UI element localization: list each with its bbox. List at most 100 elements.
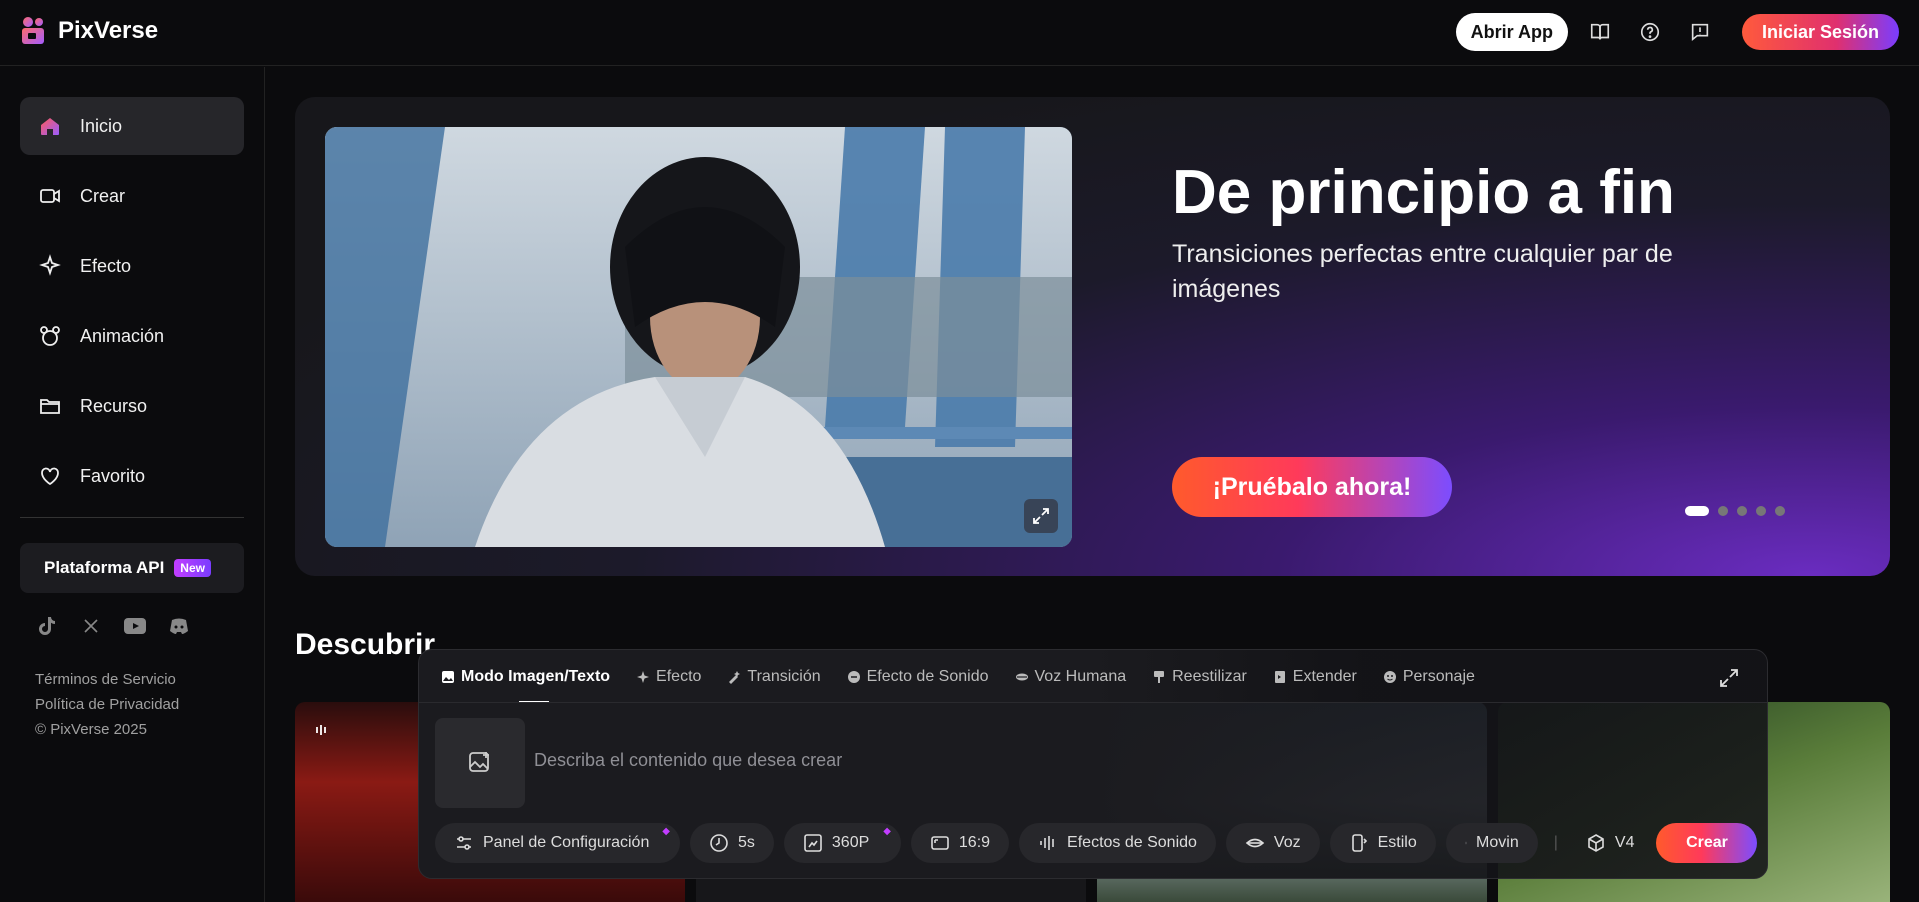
aspect-ratio-icon: [931, 836, 949, 850]
sidebar-item-crear[interactable]: Crear: [20, 167, 244, 225]
sidebar-item-recurso[interactable]: Recurso: [20, 377, 244, 435]
help-icon[interactable]: [1632, 14, 1668, 50]
style-label: Estilo: [1377, 834, 1417, 851]
duration-value: 5s: [738, 834, 755, 851]
lips-icon: [1245, 838, 1265, 848]
tab-efecto[interactable]: Efecto: [636, 668, 701, 686]
tab-label: Extender: [1292, 668, 1357, 685]
carousel-dot[interactable]: [1685, 506, 1709, 516]
tab-personaje[interactable]: Personaje: [1383, 668, 1475, 686]
copyright-text: © PixVerse 2025: [35, 721, 147, 738]
x-twitter-icon[interactable]: [80, 615, 102, 637]
tab-voz-humana[interactable]: Voz Humana: [1015, 668, 1126, 686]
sidebar-item-label: Efecto: [80, 255, 132, 276]
video-camera-icon: [40, 189, 60, 203]
cube-icon: [1588, 834, 1604, 852]
terms-link[interactable]: Términos de Servicio: [35, 667, 179, 692]
hero-title: De principio a fin: [1172, 158, 1675, 227]
prompt-input[interactable]: Describa el contenido que desea crear: [534, 750, 842, 771]
sign-in-button[interactable]: Iniciar Sesión: [1741, 14, 1899, 50]
controls-separator: |: [1553, 834, 1558, 851]
resolution-icon: [804, 834, 822, 852]
sidebar-item-animacion[interactable]: Animación: [20, 307, 244, 365]
tab-label: Efecto de Sonido: [866, 668, 989, 685]
sound-icon[interactable]: [313, 720, 333, 740]
book-icon[interactable]: [1582, 14, 1618, 50]
version-value: V4: [1614, 834, 1635, 851]
social-links: [36, 615, 190, 637]
api-platform-label: Plataforma API: [44, 558, 165, 577]
quality-selector[interactable]: 360P ◆: [783, 823, 901, 863]
carousel-dot[interactable]: [1775, 506, 1785, 516]
api-platform-link[interactable]: Plataforma API New: [20, 543, 244, 593]
feedback-icon[interactable]: [1682, 14, 1718, 50]
sparkle-icon: [39, 254, 61, 276]
premium-gem-icon: ◆: [662, 826, 670, 837]
lips-icon: [1015, 673, 1028, 681]
tab-extender[interactable]: Extender: [1273, 668, 1357, 686]
sidebar-item-label: Inicio: [80, 115, 123, 136]
camera-movement-button[interactable]: Movin: [1445, 823, 1538, 863]
carousel-dot[interactable]: [1718, 506, 1728, 516]
open-app-button[interactable]: Abrir App: [1455, 13, 1568, 51]
focus-icon: [1464, 841, 1467, 845]
settings-panel-button[interactable]: Panel de Configuración ◆: [435, 823, 680, 863]
voice-button[interactable]: Voz: [1225, 823, 1320, 863]
expand-icon[interactable]: [1717, 666, 1741, 690]
tiktok-icon[interactable]: [36, 615, 58, 637]
carousel-dot[interactable]: [1756, 506, 1766, 516]
tab-modo-imagen-texto[interactable]: Modo Imagen/Texto: [441, 668, 610, 703]
tab-transicion[interactable]: Transición: [727, 668, 821, 686]
sliders-icon: [457, 836, 471, 850]
hero-video-preview[interactable]: [325, 127, 1072, 547]
folder-icon: [40, 399, 60, 414]
sidebar: Inicio Crear Efecto Animación Recurso Fa…: [0, 67, 265, 902]
settings-label: Panel de Configuración: [483, 834, 650, 851]
logo-text: PixVerse: [58, 17, 159, 44]
sparkle-icon: [637, 671, 650, 683]
sidebar-item-favorito[interactable]: Favorito: [20, 447, 244, 505]
image-upload-button[interactable]: [435, 718, 525, 808]
create-composer: Modo Imagen/Texto Efecto Transición Efec…: [418, 649, 1768, 879]
sidebar-item-inicio[interactable]: Inicio: [20, 97, 244, 155]
style-icon: [1351, 834, 1367, 852]
sidebar-divider: [20, 517, 244, 518]
composer-tabs: Modo Imagen/Texto Efecto Transición Efec…: [441, 668, 1475, 703]
sound-effects-button[interactable]: Efectos de Sonido: [1019, 823, 1216, 863]
privacy-link[interactable]: Política de Privacidad: [35, 692, 179, 717]
tab-label: Efecto: [656, 668, 702, 685]
create-button[interactable]: Crear: [1656, 823, 1758, 863]
tab-label: Reestilizar: [1172, 668, 1247, 685]
top-bar: PixVerse Abrir App Iniciar Sesión: [0, 0, 1919, 66]
style-button[interactable]: Estilo: [1329, 823, 1436, 863]
hero-subtitle: Transiciones perfectas entre cualquier p…: [1172, 240, 1673, 303]
add-image-icon: [469, 752, 489, 772]
mouse-icon: [40, 326, 60, 346]
heart-icon: [41, 467, 59, 486]
try-now-button[interactable]: ¡Pruébalo ahora!: [1172, 457, 1452, 517]
tab-divider: [419, 702, 1767, 703]
aspect-ratio-selector[interactable]: 16:9: [910, 823, 1010, 863]
clock-icon: [710, 834, 728, 852]
waveform-icon: [1040, 836, 1054, 850]
carousel-dot[interactable]: [1737, 506, 1747, 516]
hero-banner: De principio a fin Transiciones perfecta…: [295, 97, 1890, 576]
model-version-selector[interactable]: V4: [1574, 833, 1647, 853]
discover-title: Descubrir: [295, 628, 436, 661]
expand-icon[interactable]: [1024, 499, 1058, 533]
sidebar-item-efecto[interactable]: Efecto: [20, 237, 244, 295]
sound-icon: [847, 671, 860, 683]
sound-effects-label: Efectos de Sonido: [1067, 834, 1197, 851]
sidebar-item-label: Favorito: [80, 465, 146, 486]
youtube-icon[interactable]: [124, 615, 146, 637]
extend-icon: [1274, 671, 1285, 683]
tab-efecto-de-sonido[interactable]: Efecto de Sonido: [847, 668, 989, 686]
premium-gem-icon: ◆: [883, 826, 891, 837]
duration-selector[interactable]: 5s: [690, 823, 774, 863]
logo[interactable]: PixVerse: [20, 16, 158, 46]
tab-reestilizar[interactable]: Reestilizar: [1152, 668, 1247, 686]
discord-icon[interactable]: [168, 615, 190, 637]
quality-value: 360P: [831, 834, 870, 851]
brush-icon: [1154, 671, 1165, 683]
ratio-value: 16:9: [958, 834, 991, 851]
